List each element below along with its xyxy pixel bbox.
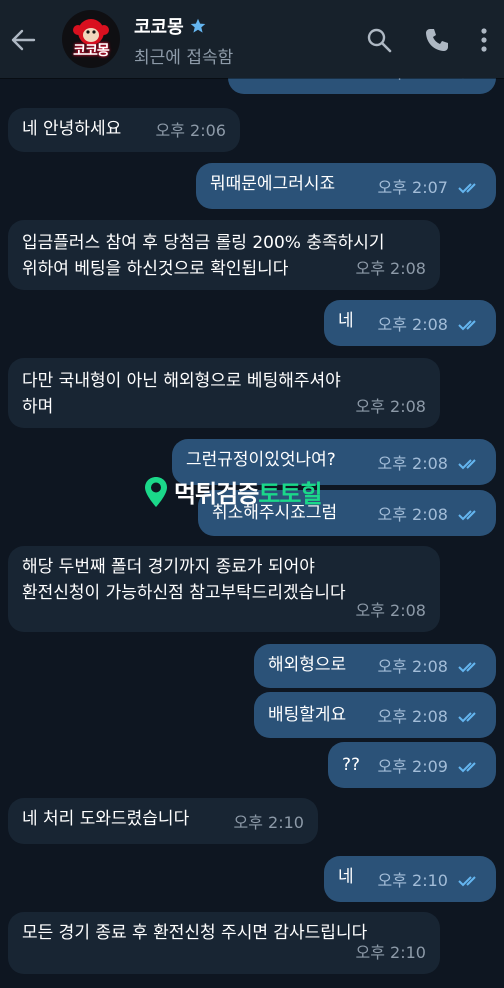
message-bubble-incoming[interactable]: 해당 두번째 폴더 경기까지 종료가 되어야 환전신청이 가능하신점 참고부탁드…: [8, 546, 440, 632]
message-meta: 오후 2:07: [378, 175, 482, 201]
more-options-icon[interactable]: [478, 27, 490, 53]
message-time: 오후 2:08: [377, 707, 448, 726]
message-bubble-outgoing[interactable]: 뭐때문에그러시죠 오후 2:07: [196, 163, 496, 209]
message-bubble-incoming[interactable]: 네 안녕하세요 오후 2:06: [8, 108, 240, 152]
double-check-icon: [458, 762, 476, 773]
message-meta: 오후 2:08: [378, 312, 482, 338]
message-time: 오후 2:09: [377, 757, 448, 776]
message-bubble-outgoing[interactable]: 네 오후 2:10: [324, 856, 496, 902]
message-time: 오후 2:08: [377, 315, 448, 334]
message-time: 오후 2:10: [233, 813, 304, 832]
avatar-logo-text: 코코몽: [73, 43, 110, 59]
message-meta: 오후 2:08: [378, 451, 482, 477]
message-meta: 오후 2:10: [234, 810, 304, 836]
message-time: 오후 2:08: [355, 601, 426, 620]
star-icon: [190, 18, 205, 33]
message-meta: 오후 2:10: [378, 868, 482, 894]
message-bubble-outgoing[interactable]: 배팅할게요 오후 2:08: [254, 692, 496, 738]
message-text: 배팅할게요: [268, 705, 347, 725]
avatar[interactable]: 코코몽: [62, 10, 120, 68]
message-time: 오후 2:06: [155, 121, 226, 140]
watermark-text-accent: 토토힐: [258, 480, 322, 508]
message-meta: 오후 2:10: [356, 940, 426, 966]
message-bubble-incoming[interactable]: 네 처리 도와드렸습니다 오후 2:10: [8, 798, 318, 844]
double-check-icon: [458, 712, 476, 723]
message-text: 네: [338, 867, 354, 887]
double-check-icon: [458, 510, 476, 521]
double-check-icon: [458, 662, 476, 673]
double-check-icon: [458, 876, 476, 887]
message-bubble-outgoing[interactable]: 해외형으로 오후 2:08: [254, 644, 496, 688]
message-bubble-outgoing[interactable]: ?? 오후 2:09: [328, 742, 496, 788]
message-meta: 오후 2:08: [378, 704, 482, 730]
message-meta: 오후 2:08: [378, 502, 482, 528]
double-check-icon: [458, 459, 476, 470]
message-time: 오후 2:08: [355, 397, 426, 416]
chat-title[interactable]: 코코몽: [134, 13, 184, 39]
message-time: 오후 2:08: [377, 657, 448, 676]
back-arrow-icon[interactable]: [10, 27, 36, 53]
message-time: 오후 2:08: [355, 259, 426, 278]
message-text: 해외형으로: [268, 655, 347, 675]
message-time: 오후 2:08: [377, 505, 448, 524]
message-meta: 오후 2:08: [356, 256, 426, 282]
message-bubble-incoming[interactable]: 다만 국내형이 아닌 해외형으로 베팅해주셔야 하며 오후 2:08: [8, 358, 440, 428]
message-text: 네 안녕하세요: [22, 119, 122, 139]
message-meta: 오후 2:08: [378, 654, 482, 680]
double-check-icon: [458, 183, 476, 194]
message-bubble-outgoing[interactable]: 네 오후 2:08: [324, 300, 496, 346]
location-pin-icon: [145, 476, 167, 507]
message-meta: 오후 2:08: [356, 394, 426, 420]
watermark-text: 먹튀검증: [174, 480, 259, 508]
message-time: 오후 2:07: [377, 178, 448, 197]
message-text: ??: [342, 755, 361, 775]
message-bubble-incoming[interactable]: 모든 경기 종료 후 환전신청 주시면 감사드립니다 오후 2:10: [8, 912, 440, 974]
message-time: 오후 2:08: [377, 454, 448, 473]
message-time: 오후 2:10: [355, 943, 426, 962]
message-text: 그런규정이있엇나여?: [186, 450, 336, 470]
message-meta: 오후 2:08: [356, 598, 426, 624]
search-icon[interactable]: [366, 27, 392, 53]
message-bubble-incoming[interactable]: 입금플러스 참여 후 당첨금 롤링 200% 충족하시기 위하여 베팅을 하신것…: [8, 220, 440, 290]
message-meta: 오후 2:09: [378, 754, 482, 780]
message-text: 네: [338, 311, 354, 331]
chat-header: 코코몽 코코몽 최근에 접속함: [0, 0, 504, 78]
message-text: 네 처리 도와드렸습니다: [22, 809, 190, 829]
double-check-icon: [458, 320, 476, 331]
phone-call-icon[interactable]: [424, 27, 450, 53]
message-text: 뭐때문에그러시죠: [210, 174, 336, 194]
last-seen-status: 최근에 접속함: [134, 48, 234, 68]
message-time: 오후 2:10: [377, 871, 448, 890]
watermark: 먹튀검증 토토힐: [144, 474, 323, 509]
message-meta: 오후 2:06: [156, 118, 226, 144]
